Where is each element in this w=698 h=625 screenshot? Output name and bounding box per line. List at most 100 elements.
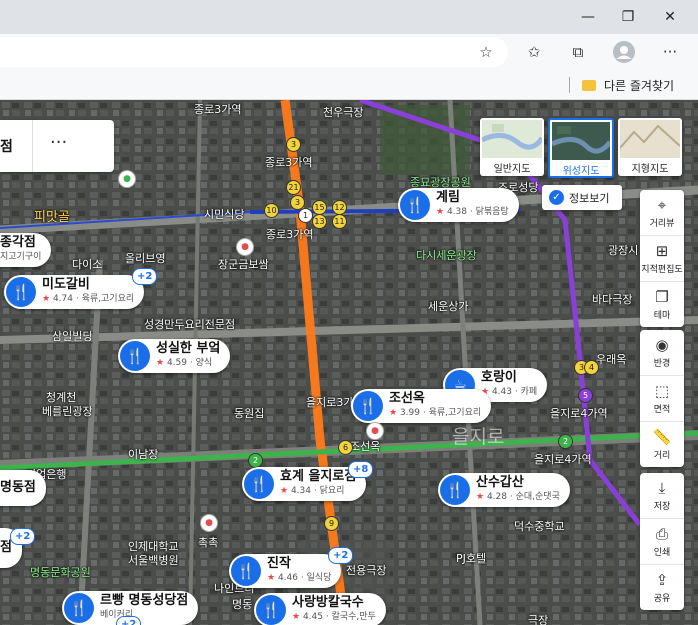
map-type-label: 일반지도 xyxy=(493,164,531,175)
map-label: 시민식당 xyxy=(204,208,245,221)
bookmarks-bar: 다른 즐겨찾기 xyxy=(0,70,698,100)
more-places-badge[interactable]: +2 xyxy=(10,528,36,545)
satellite-map[interactable]: 종로3가역 천우극장 종로3가역 시민식당 종로3가역 종묘광장공원 조로성당 … xyxy=(0,100,698,625)
map-label: 명동 xyxy=(232,598,253,611)
map-label: 덕수중학교 xyxy=(514,520,565,533)
map-label: 다시세운광장 xyxy=(416,249,477,262)
settings-more-icon[interactable]: ··· xyxy=(658,40,682,64)
place-marker-midogalbi[interactable]: 🍴 미도갈비 ★ 4.74 · 육류,고기요리 xyxy=(4,275,145,309)
map-label: 피맛골 xyxy=(34,210,70,225)
map-tools-group-1: ⌖ 거리뷰 ⊞ 지적편집도 ❐ 테마 xyxy=(640,190,684,327)
tool-label: 면적 xyxy=(653,405,671,415)
map-type-satellite[interactable]: 위성지도 xyxy=(548,118,614,178)
subway-badge: 1 xyxy=(298,208,313,223)
tool-label: 반경 xyxy=(653,359,671,369)
place-name: 산수갑산 xyxy=(476,475,524,490)
place-name: 호랑이 xyxy=(481,370,517,385)
subway-badge: 4 xyxy=(584,360,599,375)
tool-label: 공유 xyxy=(653,594,671,604)
place-marker-seongsil-kitchen[interactable]: 🍴 성실한 부엌 ★ 4.59 · 양식 xyxy=(118,339,231,373)
restaurant-icon: 🍴 xyxy=(244,469,274,499)
map-label: 세운상가 xyxy=(428,300,469,313)
cadastral-map-button[interactable]: ⊞ 지적편집도 xyxy=(640,236,684,282)
map-label: 베를린광장 xyxy=(42,405,93,418)
subway-badge: 15 xyxy=(312,200,327,215)
bookmark-divider xyxy=(569,77,570,93)
browser-title-bar: — ❐ ✕ xyxy=(0,0,698,34)
share-button[interactable]: ⇪ 공유 xyxy=(640,565,684,610)
restaurant-icon: 🍴 xyxy=(400,190,430,220)
info-view-toggle[interactable]: ✓ 정보보기 xyxy=(542,185,622,210)
other-favorites-folder[interactable]: 다른 즐겨찾기 xyxy=(582,75,674,95)
place-marker-jinjak[interactable]: 🍴 진작 ★ 4.46 · 일식당 xyxy=(229,554,342,588)
place-rating: 4.59 xyxy=(166,358,187,368)
place-marker-gyerim[interactable]: 🍴 계림 ★ 4.38 · 닭볶음탕 xyxy=(398,188,519,222)
poi-dot-icon[interactable]: ● xyxy=(118,170,136,188)
place-name: 점 xyxy=(0,540,12,555)
layers-icon: ❐ xyxy=(655,288,669,306)
map-type-normal[interactable]: 일반지도 xyxy=(480,118,544,176)
place-category: 칼국수,만두 xyxy=(331,612,376,622)
map-type-terrain[interactable]: 지형지도 xyxy=(618,118,682,176)
poi-dot-icon[interactable]: ● xyxy=(200,514,218,532)
normal-map-thumbnail xyxy=(480,120,544,158)
map-label: 명동문화공원 xyxy=(30,566,91,579)
area-button[interactable]: ⬚ 면적 xyxy=(640,376,684,422)
minimize-button[interactable]: — xyxy=(566,0,610,34)
place-marker-myeongdong[interactable]: 명동점 xyxy=(0,470,46,506)
printer-icon: ⎙ xyxy=(655,525,668,543)
place-name: 미도갈비 xyxy=(42,277,90,292)
folder-icon xyxy=(582,79,596,91)
close-button[interactable]: ✕ xyxy=(648,0,692,34)
radius-button[interactable]: ◉ 반경 xyxy=(640,330,684,376)
more-places-badge[interactable]: +2 xyxy=(328,547,354,564)
more-places-badge[interactable]: +2 xyxy=(132,268,158,285)
place-marker-sansugapsan[interactable]: 🍴 산수갑산 ★ 4.28 · 순대,순댓국 xyxy=(438,473,570,507)
search-result-tab[interactable]: 점 ··· xyxy=(0,120,114,172)
poi-dot-icon[interactable]: ● xyxy=(236,238,254,256)
add-favorite-icon[interactable]: ☆ xyxy=(474,40,498,64)
tool-label: 테마 xyxy=(653,311,671,321)
map-label: 종로3가역 xyxy=(265,156,313,169)
browser-toolbar: ☆ ✩ ⧉ ··· xyxy=(0,34,698,70)
place-category: 순대,순댓국 xyxy=(515,492,560,502)
place-marker-joseonok[interactable]: 🍴 조선옥 ★ 3.99 · 육류,고기요리 xyxy=(351,389,492,423)
favorites-icon[interactable]: ✩ xyxy=(522,40,546,64)
collections-icon[interactable]: ⧉ xyxy=(566,40,590,64)
more-places-badge[interactable]: +8 xyxy=(348,461,374,478)
map-label: 동원집 xyxy=(234,407,265,420)
place-category: 닭요리 xyxy=(319,486,345,496)
map-label: 장군금보쌈 xyxy=(218,258,269,271)
place-category: 카페 xyxy=(520,387,538,397)
map-label: 종로3가역 xyxy=(194,103,242,116)
map-label: 삼일빌딩 xyxy=(52,330,93,343)
place-rating: 4.46 xyxy=(277,573,298,583)
place-rating: 3.99 xyxy=(399,408,420,418)
terrain-map-thumbnail xyxy=(619,120,681,158)
map-label: 전용극장 xyxy=(346,564,387,577)
place-rating: 4.38 xyxy=(446,207,467,217)
place-category: 양식 xyxy=(195,358,213,368)
subway-badge: 2 xyxy=(558,434,573,449)
map-label: 천우극장 xyxy=(323,106,364,119)
tool-label: 인쇄 xyxy=(653,548,671,558)
panel-more-icon[interactable]: ··· xyxy=(50,132,67,153)
streetview-button[interactable]: ⌖ 거리뷰 xyxy=(640,190,684,236)
place-marker-jonggak[interactable]: 종각점 지고기구이 xyxy=(0,233,52,267)
map-label: 다이소 xyxy=(72,258,103,271)
restore-button[interactable]: ❐ xyxy=(606,0,650,34)
share-icon: ⇪ xyxy=(655,571,669,589)
theme-button[interactable]: ❐ 테마 xyxy=(640,282,684,327)
print-button[interactable]: ⎙ 인쇄 xyxy=(640,519,684,565)
tool-label: 지적편집도 xyxy=(641,265,683,275)
more-places-badge[interactable]: +2 xyxy=(116,616,142,625)
address-bar[interactable]: ☆ xyxy=(0,37,508,67)
poi-dot-icon[interactable]: ● xyxy=(366,422,384,440)
place-rating: 4.45 xyxy=(302,612,323,622)
place-marker-sarangbang[interactable]: 🍴 사랑방칼국수 ★ 4.45 · 칼국수,만두 xyxy=(254,593,386,625)
restaurant-icon: 🍴 xyxy=(6,277,36,307)
restaurant-icon: 🍴 xyxy=(440,475,470,505)
profile-avatar[interactable] xyxy=(612,40,636,64)
save-button[interactable]: ⤓ 저장 xyxy=(640,473,684,519)
distance-button[interactable]: 📏 거리 xyxy=(640,422,684,467)
